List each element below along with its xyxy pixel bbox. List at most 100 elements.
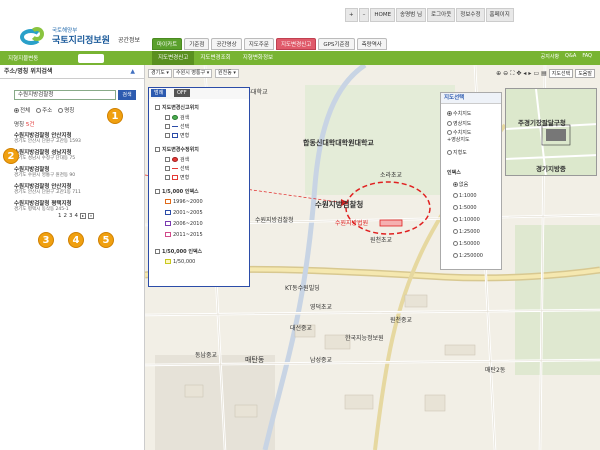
scale-option[interactable]: 없음 bbox=[453, 181, 468, 188]
scale-option[interactable]: 1:250000 bbox=[453, 253, 483, 259]
nav-terrain-change[interactable]: 지형지물변동 bbox=[8, 54, 38, 62]
scale-option[interactable]: 1:10000 bbox=[453, 217, 480, 223]
zoom-in-link[interactable]: + bbox=[345, 8, 358, 22]
last-page-icon[interactable]: » bbox=[88, 213, 94, 219]
scale-option[interactable]: 1:50000 bbox=[453, 241, 480, 247]
list-item[interactable]: 수원지방검찰청 안산지청 경기도 안산시 단원구 고잔1동 711 bbox=[14, 182, 139, 196]
qna-link[interactable]: Q&A bbox=[565, 53, 576, 60]
tab-gps[interactable]: GPS기준점 bbox=[318, 38, 355, 50]
search-input[interactable]: 수원지방검찰청 bbox=[14, 90, 116, 100]
step-badge: 3 bbox=[38, 232, 54, 248]
legend-item[interactable]: 검색 bbox=[165, 156, 189, 163]
legend-group-title[interactable]: 지도변경수정위치 bbox=[155, 146, 199, 153]
subnav-terrain-info[interactable]: 지형변화정보 bbox=[237, 51, 279, 65]
zoom-out-link[interactable]: – bbox=[358, 8, 370, 22]
legend-item[interactable]: 2006~2010 bbox=[165, 221, 203, 227]
map-label: 남성중교 bbox=[310, 357, 333, 364]
map-select-title: 지도선택 bbox=[441, 93, 501, 104]
scale-option[interactable]: 1:25000 bbox=[453, 229, 480, 235]
map-select-button[interactable]: 지도선택 bbox=[548, 69, 574, 78]
radio-address[interactable]: 주소 bbox=[36, 106, 52, 114]
legend-group-title[interactable]: 지도변경신고위치 bbox=[155, 104, 199, 111]
tab-map-order[interactable]: 지도주문 bbox=[243, 38, 274, 50]
legend-item[interactable]: 2001~2005 bbox=[165, 210, 203, 216]
legend-item[interactable]: 면형 bbox=[165, 132, 189, 139]
list-item[interactable]: 수원지방검찰청 성남지청 경기도 성남시 수정구 단대동 75 bbox=[14, 148, 139, 162]
pagination: 1 2 3 4 ▸ » bbox=[58, 213, 94, 219]
page-4[interactable]: 4 bbox=[75, 213, 79, 219]
step-badge: 5 bbox=[98, 232, 114, 248]
province-select[interactable]: 경기도 ▾ bbox=[148, 69, 172, 78]
faq-link[interactable]: FAQ bbox=[582, 53, 592, 60]
zoom-in-icon[interactable]: ⊕ bbox=[496, 69, 501, 78]
list-item[interactable]: 수원지방검찰청 평택지청 경기도 평택시 동삭동 245-1 bbox=[14, 199, 139, 213]
radio-image-map[interactable]: 영상지도 bbox=[447, 120, 471, 127]
legend-item[interactable]: 선택 bbox=[165, 165, 189, 172]
utility-links: + – HOME 송명범 님 로그아웃 정보수정 홈페이지 bbox=[345, 8, 514, 22]
legend-group-title[interactable]: 1/5,000 인덱스 bbox=[155, 188, 199, 195]
step-badge: 2 bbox=[3, 148, 19, 164]
legend-group-title[interactable]: 1/50,000 인덱스 bbox=[155, 248, 202, 255]
map-label: KT동수원빌딩 bbox=[285, 285, 320, 292]
legend-off-toggle[interactable]: OFF bbox=[174, 89, 190, 97]
list-item[interactable]: 수원지방검찰청 경기도 수원시 영통구 원천동 90 bbox=[14, 165, 139, 179]
overview-map[interactable]: 주경기장팔달구청 경기지방중 bbox=[505, 88, 597, 176]
forward-icon[interactable]: ▸ bbox=[528, 69, 531, 78]
radio-digital-map[interactable]: 수치지도 bbox=[447, 110, 471, 117]
pan-icon[interactable]: ✥ bbox=[516, 69, 521, 78]
notice-link[interactable]: 공지사항 bbox=[541, 53, 559, 60]
radio-name[interactable]: 명칭 bbox=[58, 106, 74, 114]
next-page-icon[interactable]: ▸ bbox=[80, 213, 86, 219]
map-view-button[interactable]: 지도보기 bbox=[78, 54, 105, 63]
tab-survey-history[interactable]: 측량역사 bbox=[356, 38, 387, 50]
overview-label: 주경기장팔달구청 bbox=[518, 119, 566, 127]
measure-icon[interactable]: ▭ bbox=[533, 69, 539, 78]
org-subtitle: 공간정보 bbox=[118, 37, 141, 44]
collapse-icon[interactable]: ▲ bbox=[130, 65, 135, 79]
search-panel-title: 주소/명칭 위치검색 bbox=[4, 68, 53, 75]
map-label: 동남중교 bbox=[195, 352, 218, 359]
page-3[interactable]: 3 bbox=[69, 213, 73, 219]
help-button[interactable]: 도움말 bbox=[575, 69, 595, 78]
legend-item[interactable]: 1996~2000 bbox=[165, 199, 203, 205]
back-icon[interactable]: ◂ bbox=[523, 69, 526, 78]
tab-imagery[interactable]: 공간영상 bbox=[211, 38, 242, 50]
main-tabs: 마이카트 기준점 공간영상 지도주문 지도변경신고 GPS기준점 측량역사 bbox=[152, 38, 387, 50]
zoom-box-icon[interactable]: ⛶ bbox=[510, 69, 514, 78]
search-button[interactable]: 검색 bbox=[118, 90, 136, 100]
page-2[interactable]: 2 bbox=[64, 213, 68, 219]
radio-hybrid-map[interactable]: 수치지도 +영상지도 bbox=[447, 130, 471, 144]
org-name[interactable]: 국토지리정보원 bbox=[52, 33, 110, 46]
logo-icon[interactable] bbox=[20, 25, 56, 47]
scale-option[interactable]: 1:1000 bbox=[453, 193, 477, 199]
legend-item[interactable]: 2011~2015 bbox=[165, 232, 203, 238]
subnav-inquiry[interactable]: 지도변경조회 bbox=[194, 51, 236, 65]
homepage-link[interactable]: 홈페이지 bbox=[485, 8, 514, 22]
subnav-report[interactable]: 지도변경신고 bbox=[152, 51, 195, 65]
legend-panel: 범례 OFF 지도변경신고위치 검색 선택 면형 지도변경수정위치 검색 선택 … bbox=[148, 87, 250, 287]
radio-all[interactable]: 전체 bbox=[14, 106, 30, 114]
radio-topo-map[interactable]: 지형도 bbox=[447, 149, 467, 156]
legend-item[interactable]: 선택 bbox=[165, 123, 189, 130]
page-1[interactable]: 1 bbox=[58, 213, 62, 219]
legend-item[interactable]: 검색 bbox=[165, 114, 189, 121]
district-select[interactable]: 수원시 영통구 ▾ bbox=[173, 69, 213, 78]
legend-item[interactable]: 1/50,000 bbox=[165, 259, 195, 265]
logout-link[interactable]: 로그아웃 bbox=[427, 8, 456, 22]
map-label: 매탄2동 bbox=[485, 367, 506, 374]
print-icon[interactable]: ▤ bbox=[541, 69, 547, 78]
tab-map-change-report[interactable]: 지도변경신고 bbox=[275, 38, 317, 50]
zoom-out-icon[interactable]: ⊖ bbox=[503, 69, 508, 78]
dong-select[interactable]: 원천동 ▾ bbox=[215, 69, 239, 78]
profile-link[interactable]: 정보수정 bbox=[456, 8, 485, 22]
tab-control-points[interactable]: 기준점 bbox=[184, 38, 210, 50]
list-item[interactable]: 수원지방검찰청 안산지청 경기도 안산시 단원구 고잔동 1593 bbox=[14, 131, 139, 145]
home-link[interactable]: HOME bbox=[370, 8, 396, 22]
map-tools: ⊕ ⊖ ⛶ ✥ ◂ ▸ ▭ ▤ 지도선택 도움말 bbox=[496, 69, 595, 78]
legend-item[interactable]: 면형 bbox=[165, 174, 189, 181]
result-count: 명칭 5건 bbox=[14, 122, 35, 128]
tab-mycart[interactable]: 마이카트 bbox=[152, 38, 183, 50]
scale-option[interactable]: 1:5000 bbox=[453, 205, 477, 211]
search-panel-header[interactable]: 주소/명칭 위치검색 ▲ bbox=[0, 65, 145, 79]
step-badge: 1 bbox=[107, 108, 123, 124]
